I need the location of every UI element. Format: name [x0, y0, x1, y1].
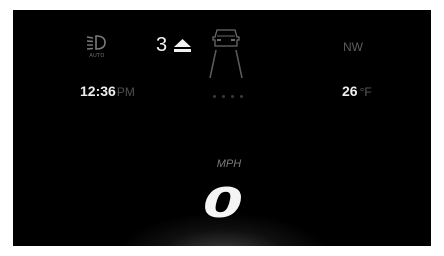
shift-up-arrow-icon	[174, 39, 191, 53]
compass-heading: NW	[343, 40, 363, 54]
speed-readout: 0	[199, 178, 247, 227]
lane-vehicle-icon	[206, 26, 246, 79]
speed-unit-label: MPH	[216, 158, 242, 170]
instrument-cluster-screen: AUTO 3 NW 12:36PM 26 °F MPH 0	[13, 10, 431, 246]
temperature-unit: °F	[359, 85, 372, 99]
page-dots-indicator	[213, 95, 243, 99]
clock-time: 12:36	[80, 83, 116, 99]
headlight-auto-label: AUTO	[89, 53, 105, 59]
clock-period: PM	[116, 85, 135, 99]
page-dot	[231, 95, 234, 98]
auto-headlight-icon: AUTO	[85, 33, 117, 63]
outside-temperature: 26 °F	[342, 83, 372, 99]
speed-value: 0	[203, 180, 243, 220]
temperature-value: 26	[342, 83, 358, 99]
gear-indicator: 3	[156, 34, 168, 56]
page-dot	[213, 95, 216, 98]
page-dot	[240, 95, 243, 98]
clock: 12:36PM	[80, 83, 135, 99]
headlight-glyph	[86, 35, 106, 50]
page-dot	[222, 95, 225, 98]
